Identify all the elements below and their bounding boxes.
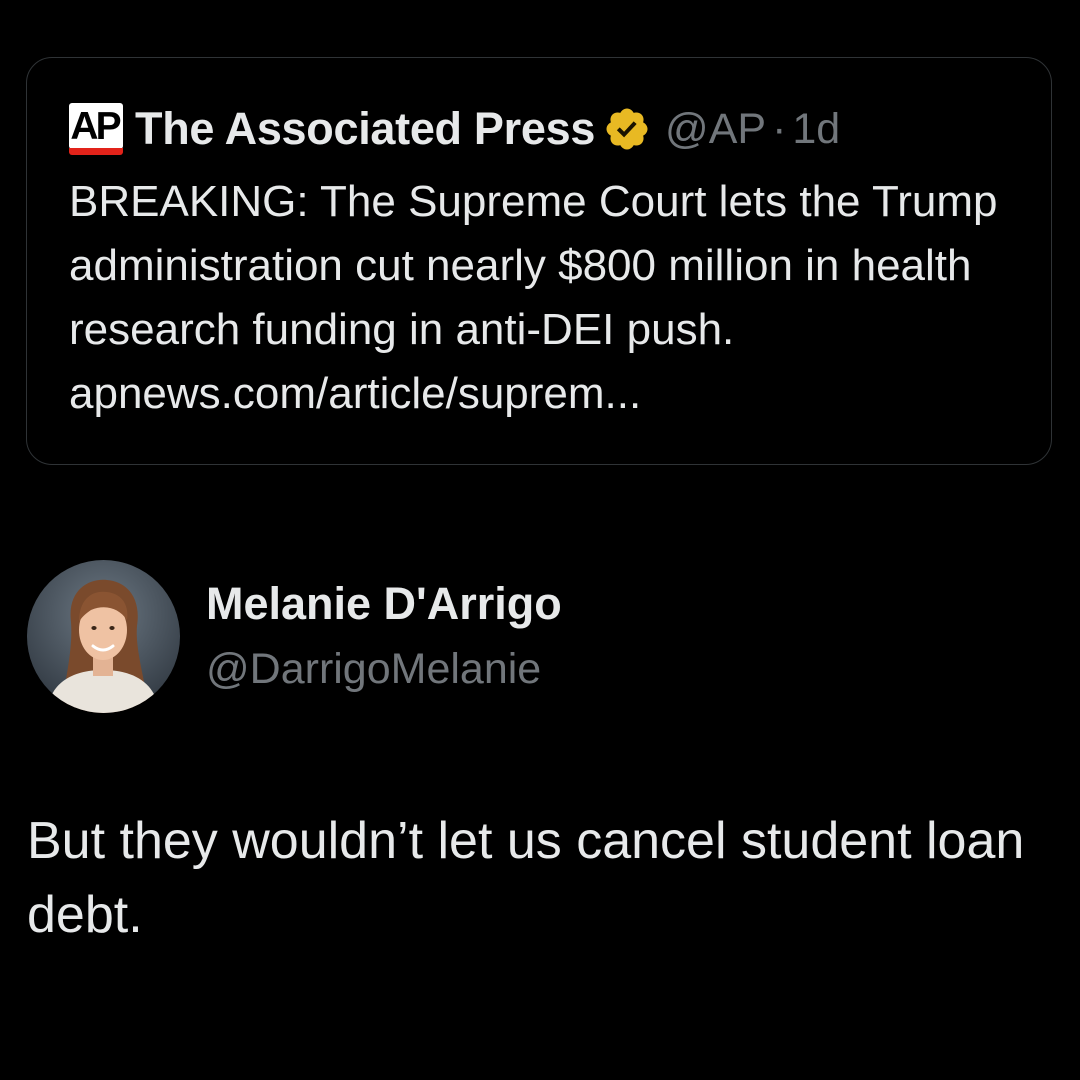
quoted-post-body: BREAKING: The Supreme Court lets the Tru… <box>69 177 998 354</box>
author-handle[interactable]: @DarrigoMelanie <box>206 645 541 694</box>
ap-logo-text: AP <box>70 104 121 148</box>
separator-dot: · <box>772 104 787 153</box>
quoted-author-handle[interactable]: @AP <box>665 105 766 154</box>
gold-verified-icon[interactable] <box>603 105 651 153</box>
avatar-image <box>27 560 180 713</box>
ap-logo[interactable]: AP <box>69 103 123 155</box>
quoted-author-name[interactable]: The Associated Press <box>135 103 595 155</box>
quoted-post-header: AP The Associated Press @AP · 1d <box>69 102 840 156</box>
quoted-post-text: BREAKING: The Supreme Court lets the Tru… <box>69 170 1029 426</box>
post-timestamp[interactable]: 1d <box>792 105 840 154</box>
avatar[interactable] <box>27 560 180 713</box>
ap-logo-box: AP <box>69 103 123 149</box>
article-link[interactable]: apnews.com/article/suprem... <box>69 369 641 418</box>
post-text: But they wouldn’t let us cancel student … <box>27 812 1025 944</box>
author-name[interactable]: Melanie D'Arrigo <box>206 578 562 630</box>
ap-logo-red-bar <box>69 148 123 155</box>
quoted-post-card[interactable]: AP The Associated Press @AP · 1d BREAKIN… <box>26 57 1052 465</box>
